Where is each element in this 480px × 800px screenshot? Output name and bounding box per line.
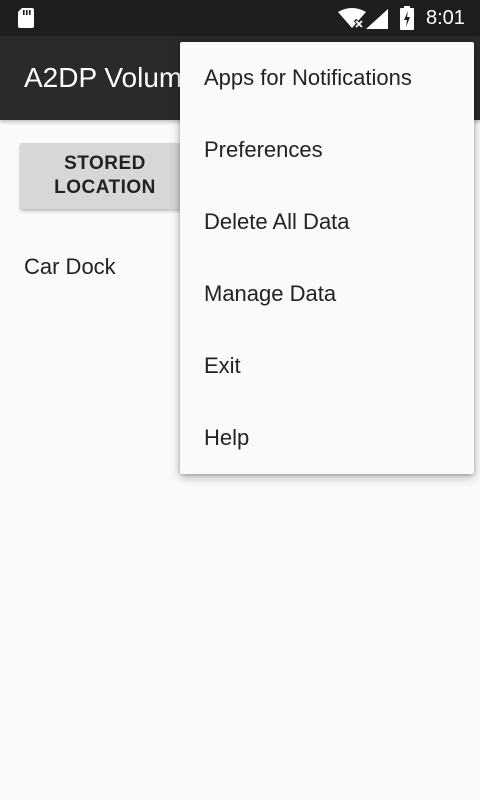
menu-item-preferences[interactable]: Preferences [180, 114, 474, 186]
menu-item-exit[interactable]: Exit [180, 330, 474, 402]
status-bar: 8:01 [0, 0, 480, 36]
overflow-menu: Apps for Notifications Preferences Delet… [180, 42, 474, 474]
menu-item-apps-for-notifications[interactable]: Apps for Notifications [180, 42, 474, 114]
wifi-icon [338, 8, 366, 28]
menu-item-delete-all-data[interactable]: Delete All Data [180, 186, 474, 258]
menu-item-help[interactable]: Help [180, 402, 474, 474]
app-title: A2DP Volum [24, 62, 183, 93]
battery-charging-icon [400, 6, 414, 30]
status-time: 8:01 [426, 7, 465, 29]
stored-location-button[interactable]: STORED LOCATION [20, 143, 190, 209]
signal-icon [366, 9, 388, 29]
menu-item-manage-data[interactable]: Manage Data [180, 258, 474, 330]
list-item-car-dock[interactable]: Car Dock [24, 254, 116, 280]
sd-card-icon [18, 8, 34, 28]
